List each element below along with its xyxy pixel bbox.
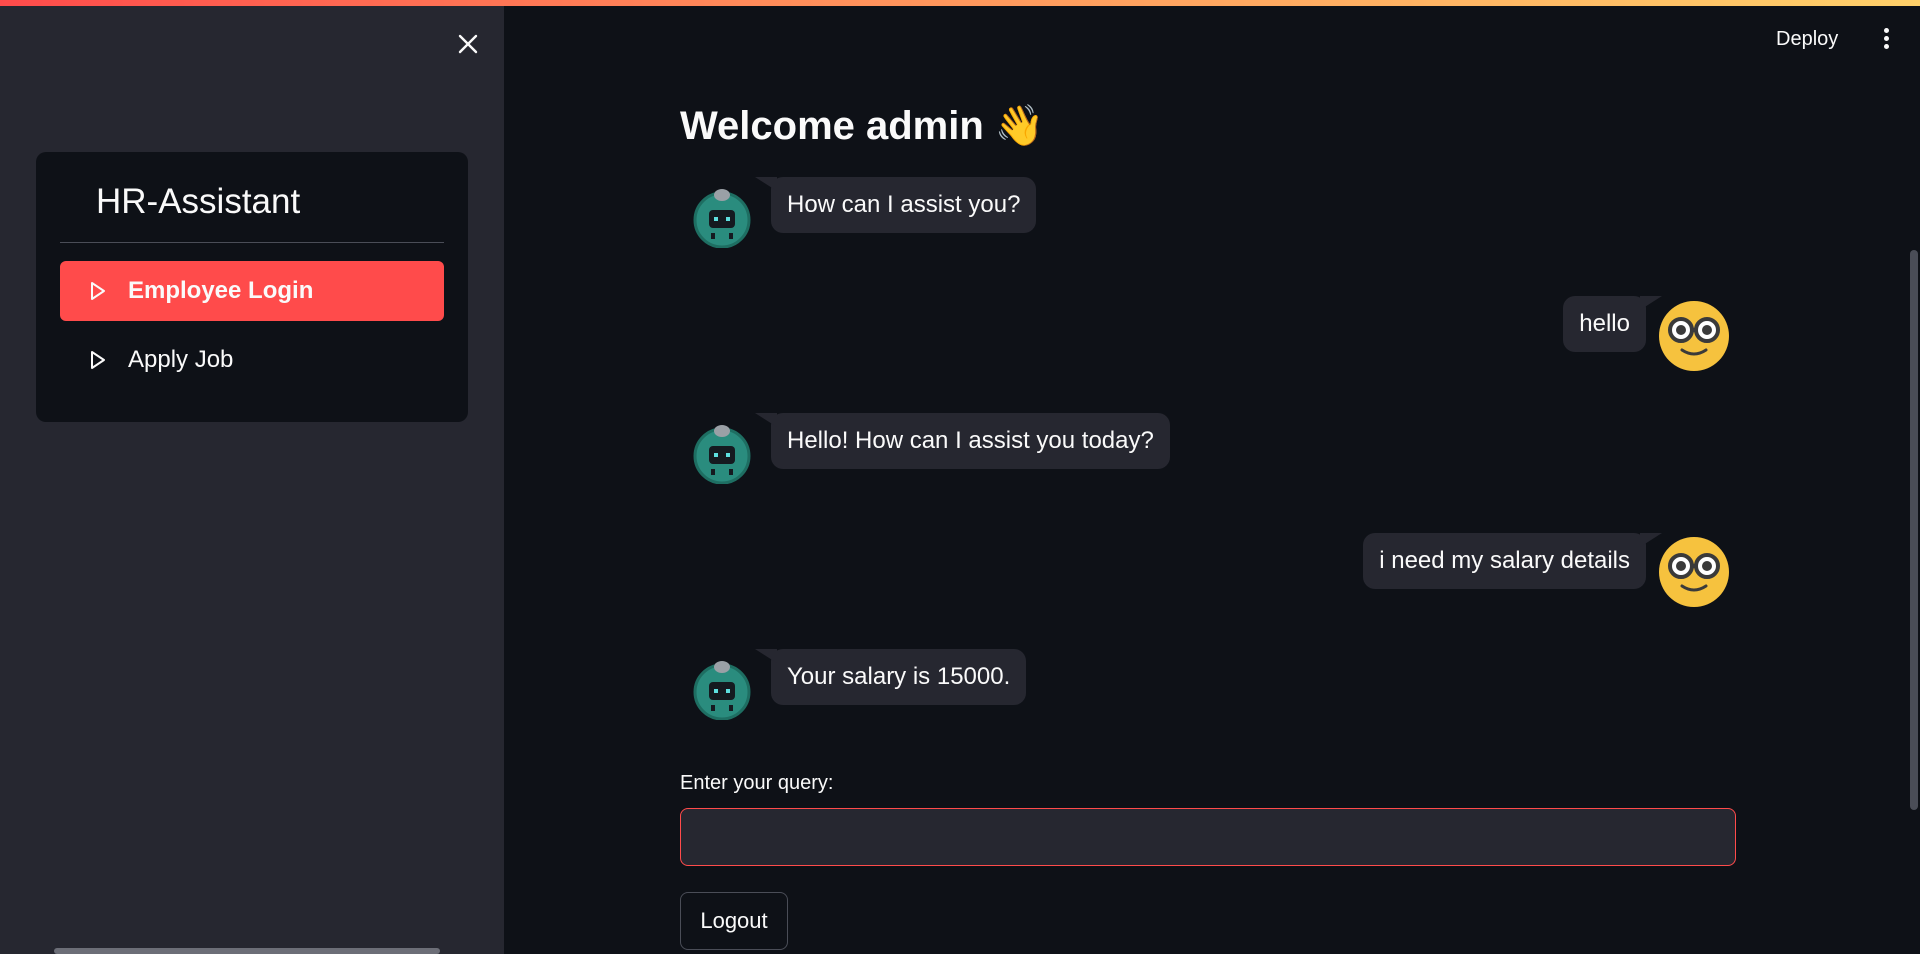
page-title: Welcome admin 👋 <box>680 104 1045 148</box>
menu-item-apply-job[interactable]: Apply Job <box>60 330 444 390</box>
menu-item-employee-login[interactable]: Employee Login <box>60 261 444 321</box>
sidebar-scrollbar[interactable] <box>54 948 440 954</box>
menu-item-label: Employee Login <box>128 277 314 304</box>
main-scrollbar[interactable] <box>1910 250 1918 810</box>
close-icon[interactable] <box>454 30 482 58</box>
robot-avatar-icon <box>691 422 753 485</box>
navigation-menu: HR-Assistant Employee Login Apply Job <box>36 152 468 422</box>
menu-title: HR-Assistant <box>96 182 301 221</box>
kebab-menu-icon[interactable] <box>1878 28 1894 52</box>
user-message: i need my salary details <box>1363 533 1662 589</box>
assistant-message: Hello! How can I assist you today? <box>755 413 1170 469</box>
top-decoration-bar <box>0 0 1920 6</box>
user-message: hello <box>1563 296 1662 352</box>
robot-avatar-icon <box>691 186 753 249</box>
nerd-face-avatar-icon <box>1658 300 1730 372</box>
menu-item-label: Apply Job <box>128 346 234 373</box>
query-label: Enter your query: <box>680 772 834 794</box>
play-outline-icon <box>91 282 105 300</box>
menu-divider <box>60 242 444 243</box>
assistant-message: Your salary is 15000. <box>754 649 1027 705</box>
robot-avatar-icon <box>691 658 753 721</box>
assistant-message: How can I assist you? <box>754 177 1037 233</box>
close-icon-glyph <box>458 34 478 54</box>
sidebar: HR-Assistant Employee Login Apply Job <box>0 0 504 954</box>
query-input[interactable] <box>680 808 1736 866</box>
nerd-face-avatar-icon <box>1658 536 1730 608</box>
play-outline-icon <box>91 351 105 369</box>
logout-button[interactable]: Logout <box>680 892 788 950</box>
deploy-button[interactable]: Deploy <box>1776 28 1838 51</box>
